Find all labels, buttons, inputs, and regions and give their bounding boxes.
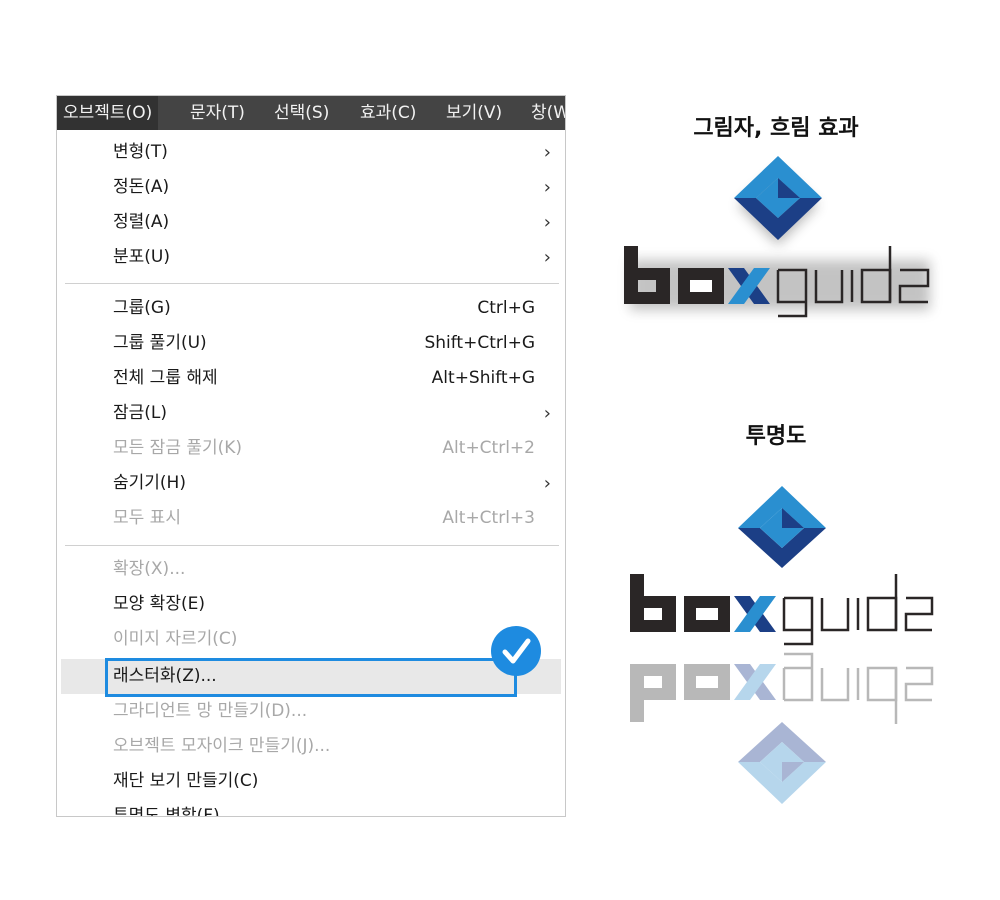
chevron-right-icon: › (543, 142, 551, 163)
menu-item-hide[interactable]: 숨기기(H) › (57, 466, 565, 501)
menu-item-gradient-mesh[interactable]: 그라디언트 망 만들기(D)... (57, 694, 565, 729)
menu-item-crop-image[interactable]: 이미지 자르기(C) (57, 622, 565, 657)
menu-separator (65, 545, 559, 546)
menubar-item-effect[interactable]: 효과(C) (354, 96, 422, 130)
menu-item-show-all[interactable]: 모두 표시 Alt+Ctrl+3 (57, 501, 565, 536)
menu-item-label: 모두 표시 (113, 508, 181, 528)
menu-item-lock[interactable]: 잠금(L) › (57, 396, 565, 431)
menu-item-label: 그룹(G) (113, 298, 171, 318)
chevron-right-icon: › (543, 177, 551, 198)
menu-item-flatten-transparency[interactable]: 투명도 병합(F) (57, 799, 565, 817)
menu-item-expand-appearance[interactable]: 모양 확장(E) (57, 587, 565, 622)
menu-item-group[interactable]: 그룹(G) Ctrl+G (57, 291, 565, 326)
chevron-right-icon: › (543, 473, 551, 494)
chevron-right-icon: › (543, 212, 551, 233)
menu-item-label: 확장(X)... (113, 559, 186, 579)
menu-item-label: 모든 잠금 풀기(K) (113, 438, 243, 458)
menu-item-unlock-all[interactable]: 모든 잠금 풀기(K) Alt+Ctrl+2 (57, 431, 565, 466)
menu-item-label: 전체 그룹 해제 (113, 368, 218, 388)
menubar-item-window[interactable]: 창(W (525, 96, 565, 130)
menu-item-label: 투명도 병합(F) (113, 806, 220, 817)
menu-item-ungroup[interactable]: 그룹 풀기(U) Shift+Ctrl+G (57, 326, 565, 361)
menu-item-distribute[interactable]: 분포(U) › (57, 240, 565, 275)
cube-logo-icon (738, 486, 826, 568)
menubar-item-select[interactable]: 선택(S) (268, 96, 335, 130)
menu-item-label: 모양 확장(E) (113, 594, 205, 614)
section-title-shadow-blur: 그림자, 흐림 효과 (693, 116, 859, 141)
menu-item-label: 그라디언트 망 만들기(D)... (113, 701, 308, 721)
menu-item-label: 정렬(A) (113, 212, 170, 232)
menu-item-shortcut: Alt+Shift+G (431, 368, 535, 388)
checkmark-icon (491, 626, 541, 676)
menubar-item-object[interactable]: 오브젝트(O) (57, 96, 159, 130)
menu-item-shortcut: Ctrl+G (477, 298, 535, 318)
menu-item-ungroup-all[interactable]: 전체 그룹 해제 Alt+Shift+G (57, 361, 565, 396)
menu-item-transform[interactable]: 변형(T) › (57, 135, 565, 170)
menu-separator (65, 283, 559, 284)
menu-item-label: 숨기기(H) (113, 473, 186, 493)
menu-item-align[interactable]: 정렬(A) › (57, 205, 565, 240)
menu-item-expand[interactable]: 확장(X)... (57, 552, 565, 587)
menu-item-shortcut: Alt+Ctrl+2 (442, 438, 535, 458)
menu-item-label: 오브젝트 모자이크 만들기(J)... (113, 736, 331, 756)
menu-item-shortcut: Alt+Ctrl+3 (442, 508, 535, 528)
object-menu-window: 오브젝트(O) 문자(T) 선택(S) 효과(C) 보기(V) 창(W 변형(T… (56, 95, 566, 817)
menubar: 오브젝트(O) 문자(T) 선택(S) 효과(C) 보기(V) 창(W (57, 96, 565, 130)
menu-item-label: 그룹 풀기(U) (113, 333, 207, 353)
rasterize-highlight-box (105, 658, 517, 697)
cube-logo-icon (734, 156, 822, 240)
section-title-opacity: 투명도 (745, 424, 807, 449)
menu-item-label: 정돈(A) (113, 177, 170, 197)
boxguide-logo-shadow (610, 150, 950, 330)
menu-item-label: 재단 보기 만들기(C) (113, 771, 259, 791)
menu-item-label: 변형(T) (113, 142, 168, 162)
menu-item-label: 이미지 자르기(C) (113, 629, 238, 649)
menu-item-label: 분포(U) (113, 247, 170, 267)
boxguide-logo-opacity (620, 484, 940, 814)
menu-item-arrange[interactable]: 정돈(A) › (57, 170, 565, 205)
menu-item-shortcut: Shift+Ctrl+G (424, 333, 535, 353)
menu-item-crop-marks[interactable]: 재단 보기 만들기(C) (57, 764, 565, 799)
menu-item-label: 잠금(L) (113, 403, 168, 423)
menu-item-object-mosaic[interactable]: 오브젝트 모자이크 만들기(J)... (57, 729, 565, 764)
chevron-right-icon: › (543, 403, 551, 424)
chevron-right-icon: › (543, 247, 551, 268)
menubar-item-type[interactable]: 문자(T) (184, 96, 251, 130)
menubar-item-view[interactable]: 보기(V) (440, 96, 508, 130)
